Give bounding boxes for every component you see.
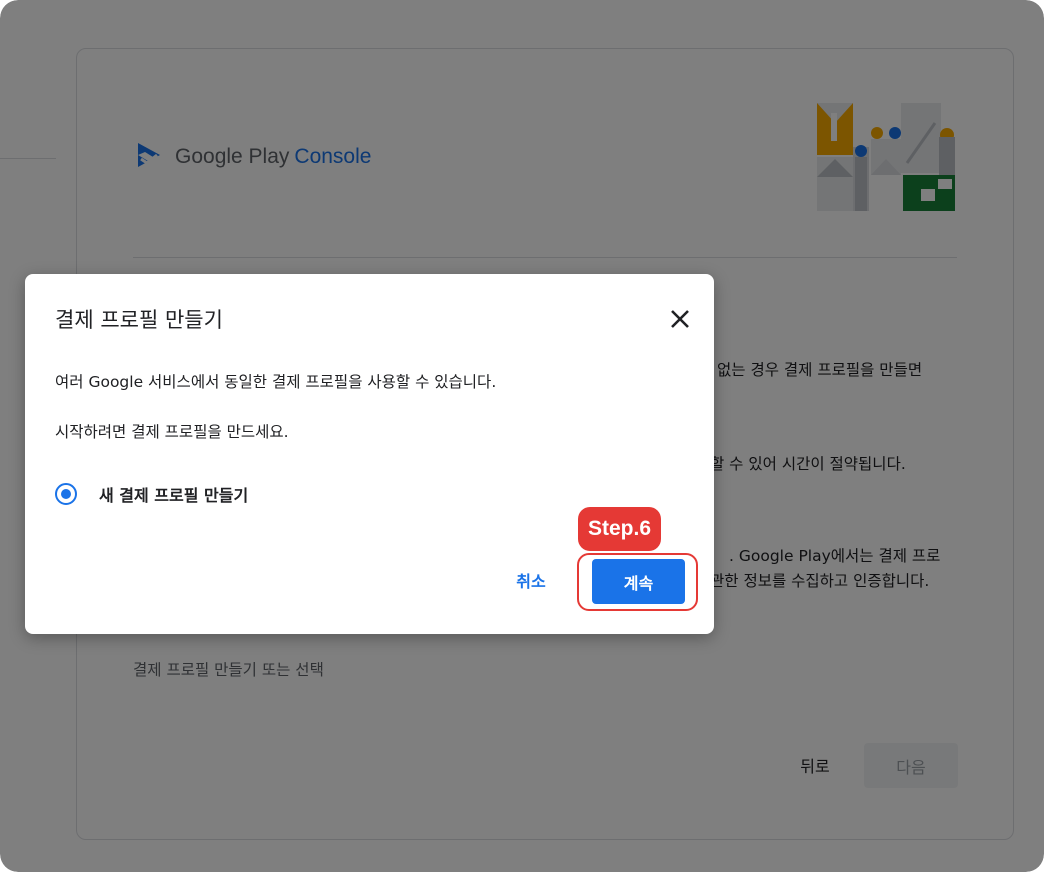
step-badge: Step.6	[578, 507, 661, 551]
close-button[interactable]	[665, 304, 695, 334]
close-icon	[671, 310, 689, 328]
dialog-instruction: 시작하려면 결제 프로필을 만드세요.	[55, 423, 289, 441]
continue-button[interactable]: 계속	[592, 559, 685, 604]
radio-dot	[61, 489, 71, 499]
dialog-description: 여러 Google 서비스에서 동일한 결제 프로필을 사용할 수 있습니다.	[55, 373, 497, 391]
cancel-button[interactable]: 취소	[503, 562, 559, 598]
new-payment-profile-option[interactable]: 새 결제 프로필 만들기	[55, 482, 248, 506]
page-frame: Google Play Console 없는 경우 결제 프로필을	[0, 0, 1044, 872]
radio-selected-icon[interactable]	[55, 483, 77, 505]
radio-label: 새 결제 프로필 만들기	[99, 486, 249, 505]
dialog-title: 결제 프로필 만들기	[55, 308, 223, 332]
